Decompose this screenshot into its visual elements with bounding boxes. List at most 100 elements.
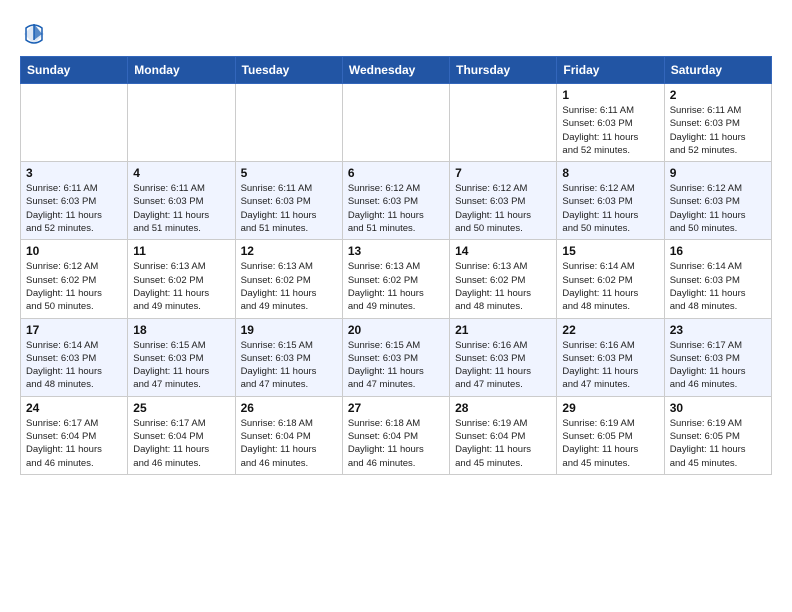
calendar-cell: 3 Sunrise: 6:11 AM Sunset: 6:03 PM Daylig… <box>21 162 128 240</box>
calendar-cell: 11Sunrise: 6:13 AM Sunset: 6:02 PM Dayli… <box>128 240 235 318</box>
calendar-cell: 20 Sunrise: 6:15 AM Sunset: 6:03 PM Dayli… <box>342 318 449 396</box>
page: SundayMondayTuesdayWednesdayThursdayFrid… <box>0 0 792 495</box>
day-info: Sunrise: 6:18 AM Sunset: 6:04 PM Dayligh… <box>348 417 444 470</box>
calendar-week-4: 17 Sunrise: 6:14 AM Sunset: 6:03 PM Dayli… <box>21 318 772 396</box>
day-info: Sunrise: 6:15 AM Sunset: 6:03 PM Dayligh… <box>133 339 229 392</box>
day-number: 4 <box>133 166 229 180</box>
calendar-cell: 8 Sunrise: 6:12 AM Sunset: 6:03 PM Daylig… <box>557 162 664 240</box>
day-info: Sunrise: 6:11 AM Sunset: 6:03 PM Dayligh… <box>26 182 122 235</box>
day-info: Sunrise: 6:12 AM Sunset: 6:03 PM Dayligh… <box>455 182 551 235</box>
calendar-cell: 29 Sunrise: 6:19 AM Sunset: 6:05 PM Dayli… <box>557 396 664 474</box>
day-info: Sunrise: 6:14 AM Sunset: 6:03 PM Dayligh… <box>26 339 122 392</box>
calendar-week-3: 10 Sunrise: 6:12 AM Sunset: 6:02 PM Dayli… <box>21 240 772 318</box>
day-number: 20 <box>348 323 444 337</box>
calendar-cell: 4 Sunrise: 6:11 AM Sunset: 6:03 PM Daylig… <box>128 162 235 240</box>
calendar-cell: 7 Sunrise: 6:12 AM Sunset: 6:03 PM Daylig… <box>450 162 557 240</box>
day-info: Sunrise: 6:11 AM Sunset: 6:03 PM Dayligh… <box>562 104 658 157</box>
calendar-cell: 21 Sunrise: 6:16 AM Sunset: 6:03 PM Dayli… <box>450 318 557 396</box>
day-info: Sunrise: 6:13 AM Sunset: 6:02 PM Dayligh… <box>348 260 444 313</box>
calendar-week-5: 24 Sunrise: 6:17 AM Sunset: 6:04 PM Dayli… <box>21 396 772 474</box>
calendar-cell: 30 Sunrise: 6:19 AM Sunset: 6:05 PM Dayli… <box>664 396 771 474</box>
calendar-cell: 13Sunrise: 6:13 AM Sunset: 6:02 PM Dayli… <box>342 240 449 318</box>
calendar-header-thursday: Thursday <box>450 57 557 84</box>
calendar-header-row: SundayMondayTuesdayWednesdayThursdayFrid… <box>21 57 772 84</box>
day-number: 30 <box>670 401 766 415</box>
day-number: 15 <box>562 244 658 258</box>
calendar-cell: 26 Sunrise: 6:18 AM Sunset: 6:04 PM Dayli… <box>235 396 342 474</box>
day-number: 10 <box>26 244 122 258</box>
day-info: Sunrise: 6:12 AM Sunset: 6:02 PM Dayligh… <box>26 260 122 313</box>
day-number: 14 <box>455 244 551 258</box>
day-info: Sunrise: 6:19 AM Sunset: 6:05 PM Dayligh… <box>670 417 766 470</box>
day-info: Sunrise: 6:14 AM Sunset: 6:03 PM Dayligh… <box>670 260 766 313</box>
calendar-cell: 2 Sunrise: 6:11 AM Sunset: 6:03 PM Daylig… <box>664 84 771 162</box>
logo-icon <box>20 20 48 48</box>
calendar-cell <box>235 84 342 162</box>
day-number: 11 <box>133 244 229 258</box>
day-number: 28 <box>455 401 551 415</box>
calendar-cell: 12 Sunrise: 6:13 AM Sunset: 6:02 PM Dayli… <box>235 240 342 318</box>
day-number: 25 <box>133 401 229 415</box>
day-info: Sunrise: 6:12 AM Sunset: 6:03 PM Dayligh… <box>562 182 658 235</box>
day-number: 1 <box>562 88 658 102</box>
day-info: Sunrise: 6:11 AM Sunset: 6:03 PM Dayligh… <box>133 182 229 235</box>
calendar-header-wednesday: Wednesday <box>342 57 449 84</box>
calendar-cell: 24Sunrise: 6:17 AM Sunset: 6:04 PM Dayli… <box>21 396 128 474</box>
calendar-cell: 19Sunrise: 6:15 AM Sunset: 6:03 PM Dayli… <box>235 318 342 396</box>
calendar-week-2: 3 Sunrise: 6:11 AM Sunset: 6:03 PM Daylig… <box>21 162 772 240</box>
day-info: Sunrise: 6:19 AM Sunset: 6:05 PM Dayligh… <box>562 417 658 470</box>
calendar-cell <box>342 84 449 162</box>
day-number: 9 <box>670 166 766 180</box>
calendar-cell: 22 Sunrise: 6:16 AM Sunset: 6:03 PM Dayli… <box>557 318 664 396</box>
day-number: 5 <box>241 166 337 180</box>
calendar-header-sunday: Sunday <box>21 57 128 84</box>
day-number: 29 <box>562 401 658 415</box>
day-info: Sunrise: 6:15 AM Sunset: 6:03 PM Dayligh… <box>348 339 444 392</box>
calendar-cell: 18 Sunrise: 6:15 AM Sunset: 6:03 PM Dayli… <box>128 318 235 396</box>
day-number: 2 <box>670 88 766 102</box>
header <box>20 16 772 48</box>
day-number: 3 <box>26 166 122 180</box>
day-number: 7 <box>455 166 551 180</box>
calendar-cell: 9Sunrise: 6:12 AM Sunset: 6:03 PM Daylig… <box>664 162 771 240</box>
calendar-header-tuesday: Tuesday <box>235 57 342 84</box>
calendar-cell: 23 Sunrise: 6:17 AM Sunset: 6:03 PM Dayli… <box>664 318 771 396</box>
calendar-cell: 6Sunrise: 6:12 AM Sunset: 6:03 PM Daylig… <box>342 162 449 240</box>
calendar-cell: 14 Sunrise: 6:13 AM Sunset: 6:02 PM Dayli… <box>450 240 557 318</box>
day-number: 27 <box>348 401 444 415</box>
day-number: 26 <box>241 401 337 415</box>
day-number: 17 <box>26 323 122 337</box>
day-info: Sunrise: 6:19 AM Sunset: 6:04 PM Dayligh… <box>455 417 551 470</box>
day-info: Sunrise: 6:13 AM Sunset: 6:02 PM Dayligh… <box>241 260 337 313</box>
day-number: 19 <box>241 323 337 337</box>
day-number: 8 <box>562 166 658 180</box>
day-info: Sunrise: 6:14 AM Sunset: 6:02 PM Dayligh… <box>562 260 658 313</box>
day-number: 21 <box>455 323 551 337</box>
day-number: 22 <box>562 323 658 337</box>
day-info: Sunrise: 6:17 AM Sunset: 6:04 PM Dayligh… <box>133 417 229 470</box>
day-number: 24 <box>26 401 122 415</box>
day-info: Sunrise: 6:17 AM Sunset: 6:03 PM Dayligh… <box>670 339 766 392</box>
day-number: 18 <box>133 323 229 337</box>
calendar-cell: 1 Sunrise: 6:11 AM Sunset: 6:03 PM Daylig… <box>557 84 664 162</box>
calendar-cell: 25 Sunrise: 6:17 AM Sunset: 6:04 PM Dayli… <box>128 396 235 474</box>
day-info: Sunrise: 6:18 AM Sunset: 6:04 PM Dayligh… <box>241 417 337 470</box>
day-number: 23 <box>670 323 766 337</box>
calendar-header-friday: Friday <box>557 57 664 84</box>
calendar-cell <box>21 84 128 162</box>
calendar-cell <box>128 84 235 162</box>
day-info: Sunrise: 6:11 AM Sunset: 6:03 PM Dayligh… <box>670 104 766 157</box>
day-info: Sunrise: 6:16 AM Sunset: 6:03 PM Dayligh… <box>562 339 658 392</box>
day-number: 12 <box>241 244 337 258</box>
calendar-week-1: 1 Sunrise: 6:11 AM Sunset: 6:03 PM Daylig… <box>21 84 772 162</box>
calendar-cell: 17 Sunrise: 6:14 AM Sunset: 6:03 PM Dayli… <box>21 318 128 396</box>
calendar-cell <box>450 84 557 162</box>
calendar-header-saturday: Saturday <box>664 57 771 84</box>
day-info: Sunrise: 6:16 AM Sunset: 6:03 PM Dayligh… <box>455 339 551 392</box>
day-info: Sunrise: 6:12 AM Sunset: 6:03 PM Dayligh… <box>348 182 444 235</box>
calendar-cell: 16 Sunrise: 6:14 AM Sunset: 6:03 PM Dayli… <box>664 240 771 318</box>
calendar-cell: 5 Sunrise: 6:11 AM Sunset: 6:03 PM Daylig… <box>235 162 342 240</box>
day-info: Sunrise: 6:11 AM Sunset: 6:03 PM Dayligh… <box>241 182 337 235</box>
day-info: Sunrise: 6:13 AM Sunset: 6:02 PM Dayligh… <box>455 260 551 313</box>
day-number: 16 <box>670 244 766 258</box>
